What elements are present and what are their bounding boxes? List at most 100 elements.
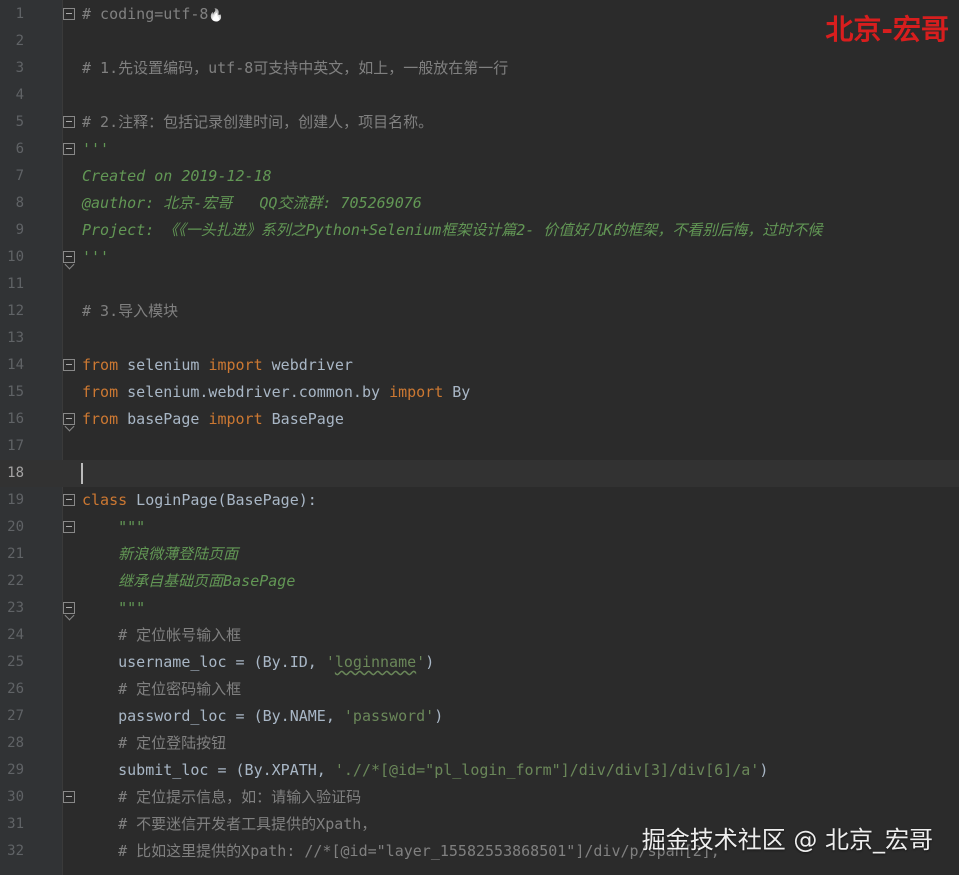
fold-collapse-icon[interactable] [63, 494, 75, 506]
code-line[interactable]: 27 password_loc = (By.NAME, 'password') [0, 703, 959, 730]
code-line[interactable]: 10 ''' [0, 244, 959, 271]
code-token: # 定位登陆按钮 [82, 734, 227, 752]
code-token: import [389, 383, 444, 401]
line-number: 25 [7, 654, 24, 670]
code-token: # 定位帐号输入框 [82, 626, 242, 644]
code-line[interactable]: 25 username_loc = (By.ID, 'loginname') [0, 649, 959, 676]
code-token: ''' [82, 248, 110, 266]
code-line[interactable]: 18 [0, 460, 959, 487]
code-line[interactable]: 11 [0, 271, 959, 298]
code-line[interactable]: 17 [0, 433, 959, 460]
line-number: 1 [15, 6, 24, 22]
code-token: 继承自基础页面BasePage [82, 572, 296, 590]
line-number: 31 [7, 816, 24, 832]
code-token: # 定位密码输入框 [82, 680, 242, 698]
watermark-author: 北京-宏哥 [825, 13, 949, 46]
code-line[interactable]: 2 [0, 28, 959, 55]
fold-collapse-icon[interactable] [63, 359, 75, 371]
code-line[interactable]: 7 Created on 2019-12-18 [0, 163, 959, 190]
code-line[interactable]: 5 # 2.注释：包括记录创建时间，创建人，项目名称。 [0, 109, 959, 136]
fold-end-icon[interactable] [63, 413, 75, 425]
line-number: 26 [7, 681, 24, 697]
fold-collapse-icon[interactable] [63, 116, 75, 128]
code-text: # coding=utf-8🔥 [82, 1, 223, 29]
code-text: # 定位提示信息，如：请输入验证码 [82, 784, 361, 811]
code-token: # 1.先设置编码，utf-8可支持中英文，如上，一般放在第一行 [82, 59, 509, 77]
code-token: webdriver [262, 356, 353, 374]
code-line[interactable]: 14 from selenium import webdriver [0, 352, 959, 379]
code-line[interactable]: 29 submit_loc = (By.XPATH, './/*[@id="pl… [0, 757, 959, 784]
line-number: 11 [7, 276, 24, 292]
code-line[interactable]: 9 Project: 《《一头扎进》系列之Python+Selenium框架设计篇… [0, 217, 959, 244]
line-number: 13 [7, 330, 24, 346]
fold-collapse-icon[interactable] [63, 8, 75, 20]
line-number: 21 [7, 546, 24, 562]
code-token: Created on 2019-12-18 [82, 167, 272, 185]
code-text: from selenium import webdriver [82, 352, 353, 379]
code-editor[interactable]: 1 # coding=utf-8🔥 2 3 # 1.先设置编码，utf-8可支持中英文，… [0, 0, 959, 875]
line-number: 29 [7, 762, 24, 778]
line-number: 12 [7, 303, 24, 319]
code-line[interactable]: 24 # 定位帐号输入框 [0, 622, 959, 649]
line-number: 19 [7, 492, 24, 508]
line-number: 14 [7, 357, 24, 373]
code-line[interactable]: 26 # 定位密码输入框 [0, 676, 959, 703]
code-line[interactable]: 22 继承自基础页面BasePage [0, 568, 959, 595]
line-number: 4 [15, 87, 24, 103]
fold-end-icon[interactable] [63, 602, 75, 614]
line-number: 18 [7, 465, 24, 481]
code-line[interactable]: 8 @author: 北京-宏哥 QQ交流群: 705269076 [0, 190, 959, 217]
code-token: import [208, 410, 263, 428]
code-token: ) [759, 761, 769, 779]
code-token: ) [434, 707, 444, 725]
code-line[interactable]: 20 """ [0, 514, 959, 541]
code-text: from selenium.webdriver.common.by import… [82, 379, 470, 406]
line-number: 8 [15, 195, 24, 211]
line-number: 27 [7, 708, 24, 724]
fold-end-icon[interactable] [63, 251, 75, 263]
code-line[interactable]: 23 """ [0, 595, 959, 622]
code-token: Project: 《《一头扎进》系列之Python+Selenium框架设计篇2… [82, 221, 823, 239]
line-number: 23 [7, 600, 24, 616]
code-line[interactable]: 21 新浪微薄登陆页面 [0, 541, 959, 568]
code-token: 'password' [343, 707, 435, 725]
fold-collapse-icon[interactable] [63, 143, 75, 155]
code-text: # 定位登陆按钮 [82, 730, 226, 757]
code-line[interactable]: 6 ''' [0, 136, 959, 163]
code-token: import [208, 356, 263, 374]
code-line[interactable]: 12 # 3.导入模块 [0, 298, 959, 325]
code-line[interactable]: 28 # 定位登陆按钮 [0, 730, 959, 757]
line-number: 10 [7, 249, 24, 265]
code-token: # 定位提示信息，如：请输入验证码 [82, 788, 362, 806]
line-number: 24 [7, 627, 24, 643]
code-token: ' [416, 653, 426, 671]
code-text: 新浪微薄登陆页面 [82, 541, 238, 568]
fold-collapse-icon[interactable] [63, 521, 75, 533]
code-line[interactable]: 19 class LoginPage(BasePage): [0, 487, 959, 514]
code-text: ''' [82, 136, 109, 163]
line-number: 32 [7, 843, 24, 859]
code-line[interactable]: 15 from selenium.webdriver.common.by impo… [0, 379, 959, 406]
code-line[interactable]: 4 [0, 82, 959, 109]
code-text: class LoginPage(BasePage): [82, 487, 317, 514]
fold-collapse-icon[interactable] [63, 791, 75, 803]
code-token: LoginPage(BasePage): [127, 491, 317, 509]
code-token: ) [425, 653, 435, 671]
code-text: # 3.导入模块 [82, 298, 178, 325]
code-text: # 定位帐号输入框 [82, 622, 241, 649]
code-token: @author: 北京-宏哥 QQ交流群: 705269076 [82, 194, 422, 212]
code-line[interactable]: 3 # 1.先设置编码，utf-8可支持中英文，如上，一般放在第一行 [0, 55, 959, 82]
code-line[interactable]: 16 from basePage import BasePage [0, 406, 959, 433]
code-line[interactable]: 1 # coding=utf-8🔥 [0, 1, 959, 28]
code-text: # 定位密码输入框 [82, 676, 241, 703]
code-token: # 3.导入模块 [82, 302, 179, 320]
code-token: By [443, 383, 471, 401]
code-text: Project: 《《一头扎进》系列之Python+Selenium框架设计篇2… [82, 217, 822, 244]
code-token: # coding=utf-8 [82, 5, 209, 23]
code-token: """ [82, 518, 146, 536]
code-text: # 不要迷信开发者工具提供的Xpath， [82, 811, 376, 838]
code-line[interactable]: 13 [0, 325, 959, 352]
code-line[interactable]: 30 # 定位提示信息，如：请输入验证码 [0, 784, 959, 811]
code-token: password_loc = (By.NAME, [82, 707, 344, 725]
code-text: @author: 北京-宏哥 QQ交流群: 705269076 [82, 190, 422, 217]
